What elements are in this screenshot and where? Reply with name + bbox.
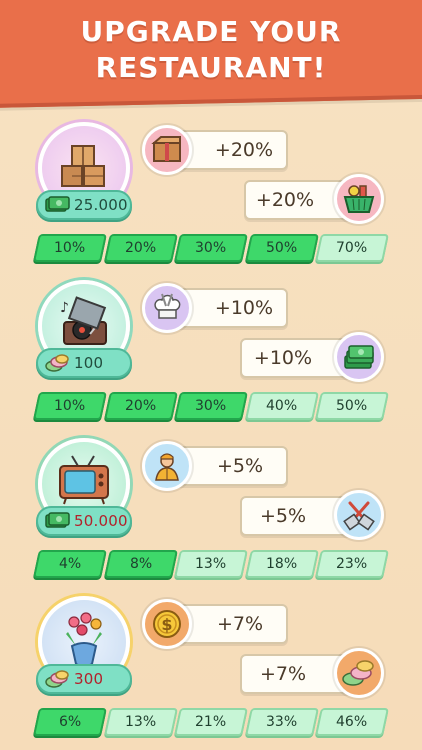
chef-hat-icon (142, 283, 192, 333)
cost-value: 300 (74, 670, 104, 688)
level-bar: 10% 20% 30% 40% 50% (33, 392, 389, 420)
macaron-icon (44, 669, 70, 689)
cost-value: 100 (74, 354, 104, 372)
bonus-bottom-text: +5% (259, 505, 307, 527)
level-step: 50% (244, 234, 319, 262)
level-step: 23% (315, 550, 389, 578)
svg-text:♪: ♪ (60, 300, 69, 316)
cost-value: 25.000 (74, 196, 128, 214)
grocery-basket-icon (334, 174, 384, 224)
upgrade-section-decor: 300 +7% $ +7% 6% 13% 21% 33% 46% (0, 596, 422, 750)
bonus-top-text: +5% (216, 455, 264, 477)
bonus-bottom-text: +20% (255, 189, 315, 211)
upgrade-section-storage: 25.000 +20% +20% 10% 20% 30% 50% 70% (0, 122, 422, 292)
cost-badge[interactable]: 50.000 (36, 506, 132, 536)
level-bar: 6% 13% 21% 33% 46% (33, 708, 389, 736)
level-step: 33% (244, 708, 319, 736)
bonus-top-text: +20% (214, 139, 274, 161)
page-title: UPGRADE YOUR RESTAURANT! (0, 14, 422, 86)
level-step: 13% (103, 708, 178, 736)
level-step: 30% (174, 392, 248, 420)
level-step: 70% (315, 234, 389, 262)
level-step: 21% (174, 708, 248, 736)
upgrade-section-tv: 50.000 +5% +5% 4% 8% 13% 18% 23% (0, 438, 422, 608)
dollar-coin-icon: $ (142, 599, 192, 649)
cash-icon (44, 195, 70, 215)
svg-text:$: $ (161, 615, 172, 634)
level-step: 46% (315, 708, 389, 736)
macarons-icon (334, 648, 384, 698)
bonus-top-text: +7% (216, 613, 264, 635)
cash-icon (44, 511, 70, 531)
level-bar: 4% 8% 13% 18% 23% (33, 550, 389, 578)
level-step: 4% (33, 550, 107, 578)
level-step: 10% (33, 234, 107, 262)
spatulas-icon (334, 490, 384, 540)
box-icon (142, 125, 192, 175)
cash-stack-icon (334, 332, 384, 382)
bonus-bottom-text: +7% (259, 663, 307, 685)
upgrade-section-music: ♪ 100 +10% +10% 10% 20% 30% 40% 50% (0, 280, 422, 450)
title-line-1: UPGRADE YOUR (80, 15, 342, 48)
cost-badge[interactable]: 100 (36, 348, 132, 378)
level-bar: 10% 20% 30% 50% 70% (33, 234, 389, 262)
level-step: 18% (244, 550, 319, 578)
level-step: 30% (174, 234, 248, 262)
level-step: 20% (103, 234, 178, 262)
cost-value: 50.000 (74, 512, 128, 530)
title-line-2: RESTAURANT! (95, 51, 327, 84)
macaron-icon (44, 353, 70, 373)
level-step: 20% (103, 392, 178, 420)
level-step: 6% (33, 708, 107, 736)
waiter-icon (142, 441, 192, 491)
level-step: 8% (103, 550, 178, 578)
level-step: 13% (174, 550, 248, 578)
level-step: 50% (315, 392, 389, 420)
cost-badge[interactable]: 300 (36, 664, 132, 694)
bonus-bottom-text: +10% (253, 347, 313, 369)
cost-badge[interactable]: 25.000 (36, 190, 132, 220)
level-step: 10% (33, 392, 107, 420)
bonus-top-text: +10% (214, 297, 274, 319)
level-step: 40% (244, 392, 319, 420)
